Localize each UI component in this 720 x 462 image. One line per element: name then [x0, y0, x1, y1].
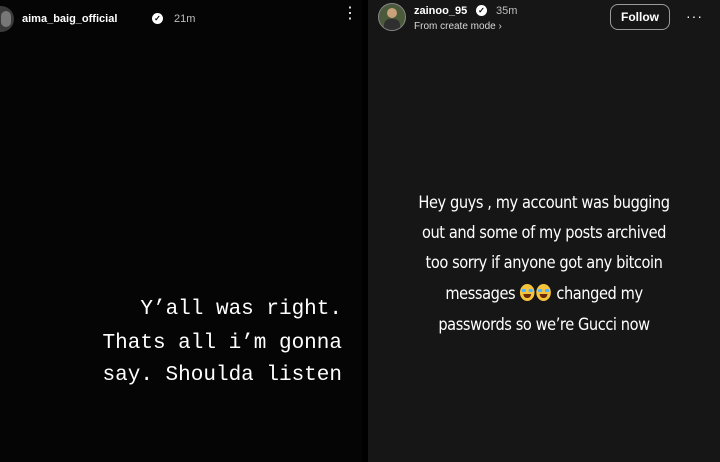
left-story-line-3: say. Shoulda listen: [102, 364, 342, 387]
left-story-header: aima_baig_official ✓ 21m ⋮: [0, 0, 362, 40]
face-with-tears-of-joy-icon: [520, 284, 535, 301]
left-story-time: 21m: [174, 13, 196, 25]
left-avatar[interactable]: [0, 6, 14, 32]
right-story-line-4-end: changed my: [556, 284, 643, 304]
follow-button[interactable]: Follow: [610, 4, 670, 30]
verified-badge-icon: ✓: [476, 5, 487, 16]
left-story-panel: aima_baig_official ✓ 21m ⋮ Y’all was rig…: [0, 0, 362, 462]
right-story-line-1: Hey guys , my account was bugging: [418, 193, 670, 213]
create-mode-link[interactable]: From create mode ›: [414, 21, 502, 32]
right-avatar[interactable]: [378, 3, 406, 31]
right-story-time: 35m: [496, 5, 518, 17]
more-vertical-icon[interactable]: ⋮: [342, 6, 358, 22]
right-story-line-2: out and some of my posts archived: [421, 223, 667, 243]
left-username[interactable]: aima_baig_official: [22, 13, 117, 25]
right-story-line-4: messages changed my: [393, 284, 696, 304]
right-story-header: zainoo_95 ✓ 35m From create mode › Follo…: [368, 0, 720, 40]
right-story-line-3: too sorry if anyone got any bitcoin: [425, 253, 663, 273]
left-story-line-1: Y’all was right.: [140, 298, 342, 321]
left-story-line-2: Thats all i’m gonna: [102, 332, 342, 355]
right-username[interactable]: zainoo_95: [414, 5, 467, 17]
verified-badge-icon: ✓: [152, 13, 163, 24]
face-with-tears-of-joy-icon: [536, 284, 552, 301]
right-story-panel: zainoo_95 ✓ 35m From create mode › Follo…: [368, 0, 720, 462]
more-horizontal-icon[interactable]: ···: [686, 8, 703, 24]
right-story-line-5: passwords so we’re Gucci now: [438, 315, 650, 335]
right-story-line-4-start: messages: [445, 284, 516, 304]
